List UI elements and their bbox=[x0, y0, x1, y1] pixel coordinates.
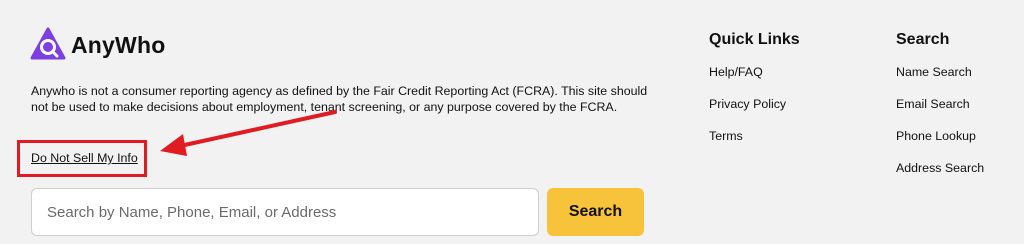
search-links-list: Name Search Email Search Phone Lookup Ad… bbox=[896, 65, 984, 193]
anywho-logo[interactable]: AnyWho bbox=[30, 27, 165, 63]
fcra-disclaimer: Anywho is not a consumer reporting agenc… bbox=[31, 84, 648, 114]
quick-link-terms[interactable]: Terms bbox=[709, 129, 800, 161]
quick-links-list: Help/FAQ Privacy Policy Terms bbox=[709, 65, 800, 161]
search-input[interactable] bbox=[31, 188, 539, 236]
quick-links-column: Quick Links Help/FAQ Privacy Policy Term… bbox=[709, 31, 800, 161]
annotation-arrow bbox=[160, 110, 337, 156]
search-links-column: Search Name Search Email Search Phone Lo… bbox=[896, 31, 984, 193]
search-link-address[interactable]: Address Search bbox=[896, 161, 984, 193]
brand-name: AnyWho bbox=[71, 31, 166, 58]
search-link-email[interactable]: Email Search bbox=[896, 97, 984, 129]
search-link-name[interactable]: Name Search bbox=[896, 65, 984, 97]
annotation-highlight-box bbox=[17, 140, 147, 177]
anywho-logo-icon bbox=[30, 27, 66, 60]
quick-link-privacy-policy[interactable]: Privacy Policy bbox=[709, 97, 800, 129]
search-button[interactable]: Search bbox=[547, 188, 644, 236]
quick-link-help-faq[interactable]: Help/FAQ bbox=[709, 65, 800, 97]
search-link-phone[interactable]: Phone Lookup bbox=[896, 129, 984, 161]
search-links-heading: Search bbox=[896, 31, 950, 48]
quick-links-heading: Quick Links bbox=[709, 31, 800, 48]
